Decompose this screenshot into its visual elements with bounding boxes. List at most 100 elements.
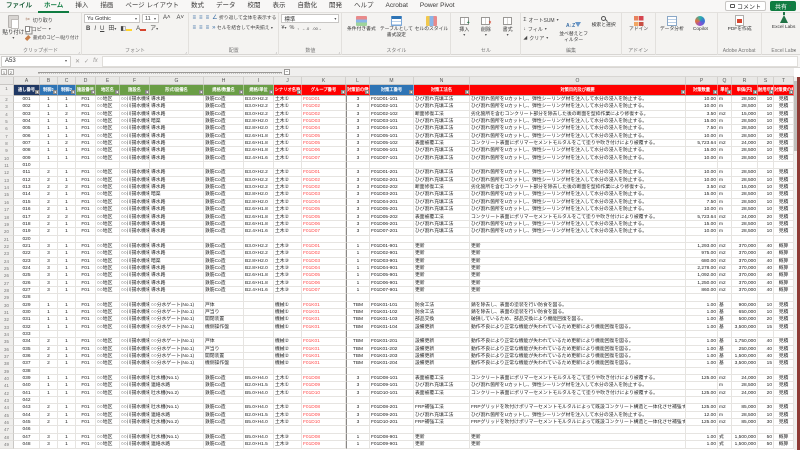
- cell[interactable]: 見積: [774, 382, 794, 389]
- cell[interactable]: ○○地区: [96, 155, 120, 162]
- cell[interactable]: 3: [346, 155, 370, 162]
- column-letter-T[interactable]: T: [774, 77, 794, 85]
- data-analysis-button[interactable]: データ分析: [658, 16, 687, 33]
- cell[interactable]: 1: [58, 125, 76, 132]
- cell[interactable]: 導水路: [150, 272, 204, 279]
- cell[interactable]: 土木①: [274, 375, 302, 382]
- cell[interactable]: 028: [14, 294, 40, 301]
- cell[interactable]: 001: [14, 96, 40, 103]
- cell[interactable]: 断面修復工法: [414, 111, 470, 118]
- cell[interactable]: F01: [76, 228, 96, 235]
- cell[interactable]: ○○川揚水機場: [120, 302, 150, 309]
- cell[interactable]: 3: [346, 118, 370, 125]
- cell[interactable]: 2,278.00: [686, 265, 718, 272]
- cell[interactable]: F01: [76, 184, 96, 191]
- cell[interactable]: 1: [58, 302, 76, 309]
- cell[interactable]: 370,000: [732, 280, 758, 287]
- filter-button[interactable]: ▾: [681, 90, 686, 95]
- cell[interactable]: ひび割れ充填工法: [414, 118, 470, 125]
- cell[interactable]: ○○川揚水機場: [120, 412, 150, 419]
- cell[interactable]: 10: [758, 155, 774, 162]
- cell[interactable]: ひび割れ充填工法: [414, 221, 470, 228]
- cell[interactable]: B5.0×H4.0: [244, 390, 274, 397]
- cell[interactable]: 1: [346, 258, 370, 265]
- cell[interactable]: F01: [76, 214, 96, 221]
- cell[interactable]: 導水路: [150, 199, 204, 206]
- cell[interactable]: 更新: [470, 280, 686, 287]
- cell[interactable]: 戸体: [204, 302, 244, 309]
- column-letter-P[interactable]: P: [686, 77, 718, 85]
- cell[interactable]: 暗渠: [150, 258, 204, 265]
- borders-button[interactable]: 田▾: [106, 25, 118, 34]
- cell[interactable]: 1: [58, 258, 76, 265]
- cell[interactable]: F01D05: [302, 272, 346, 279]
- bold-button[interactable]: B: [84, 25, 92, 34]
- cell[interactable]: 3: [346, 199, 370, 206]
- cell[interactable]: 設備更新: [414, 324, 470, 331]
- cell[interactable]: 鉄筋Co造: [204, 375, 244, 382]
- filter-button[interactable]: ▾: [365, 90, 370, 95]
- cell[interactable]: F01D05-201: [370, 206, 414, 213]
- orientation-icon[interactable]: ∠: [211, 14, 219, 23]
- cell[interactable]: 鉄筋Co造: [204, 111, 244, 118]
- cell[interactable]: 戸当り: [204, 346, 244, 353]
- cell[interactable]: 038: [14, 368, 40, 375]
- cell[interactable]: 1: [40, 375, 58, 382]
- cell[interactable]: [58, 294, 76, 301]
- cell[interactable]: 鉄筋Co造: [204, 243, 244, 250]
- conditional-formatting-button[interactable]: 条件付き書式: [344, 16, 378, 33]
- font-name-select[interactable]: Yu Gothic▾: [84, 14, 140, 23]
- cell[interactable]: 更新: [414, 250, 470, 257]
- comments-button[interactable]: コメント: [725, 1, 766, 11]
- cell[interactable]: [40, 368, 58, 375]
- cell[interactable]: 033: [14, 331, 40, 338]
- cell[interactable]: B5.0×H4.0: [244, 375, 274, 382]
- cell[interactable]: ○○分水ゲート(No.1): [150, 309, 204, 316]
- cell[interactable]: ○○地区: [96, 441, 120, 448]
- cell[interactable]: 連絡水路: [150, 441, 204, 448]
- row-header[interactable]: 6: [0, 125, 14, 132]
- cell[interactable]: 370,000: [732, 243, 758, 250]
- cell[interactable]: [96, 397, 120, 404]
- cell[interactable]: 008: [14, 147, 40, 154]
- column-letter-B[interactable]: B: [40, 77, 58, 85]
- copilot-button[interactable]: Copilot: [686, 16, 715, 33]
- cell[interactable]: 010: [14, 162, 40, 169]
- cell[interactable]: B2.8×H2.0: [244, 125, 274, 132]
- cell[interactable]: 30: [758, 419, 774, 426]
- cell[interactable]: 28,500: [732, 133, 758, 140]
- cell[interactable]: 2: [40, 353, 58, 360]
- cell[interactable]: [244, 302, 274, 309]
- cell[interactable]: ○○川揚水機場: [120, 147, 150, 154]
- cell[interactable]: F01: [76, 206, 96, 213]
- cell[interactable]: 3,500,000: [732, 360, 758, 367]
- cell[interactable]: F01D09-201: [370, 412, 414, 419]
- cell[interactable]: 見積: [774, 118, 794, 125]
- cell[interactable]: ○○地区: [96, 287, 120, 294]
- comma-button[interactable]: ,: [297, 25, 299, 31]
- cell[interactable]: ○○地区: [96, 353, 120, 360]
- column-letter-R[interactable]: R: [732, 77, 758, 85]
- filter-button[interactable]: ▾: [789, 90, 794, 95]
- cell[interactable]: B3.0×H2.2: [244, 169, 274, 176]
- cell[interactable]: 1: [58, 324, 76, 331]
- cell[interactable]: F01D01-201: [370, 169, 414, 176]
- cell[interactable]: 003: [14, 111, 40, 118]
- cell[interactable]: [732, 426, 758, 433]
- row-header[interactable]: 35: [0, 338, 14, 345]
- cell[interactable]: 10: [758, 118, 774, 125]
- cell[interactable]: 007: [14, 140, 40, 147]
- cell[interactable]: [244, 360, 274, 367]
- row-header[interactable]: 18: [0, 214, 14, 221]
- cell[interactable]: F01D04: [302, 125, 346, 132]
- cell[interactable]: F01D05: [302, 214, 346, 221]
- cell[interactable]: ○○川揚水機場: [120, 382, 150, 389]
- cell[interactable]: 1: [40, 140, 58, 147]
- cell[interactable]: 1: [40, 118, 58, 125]
- cell[interactable]: 2: [40, 338, 58, 345]
- cell[interactable]: 1: [346, 280, 370, 287]
- cell[interactable]: ○○地区: [96, 169, 120, 176]
- cell[interactable]: B2.0×H1.5: [244, 412, 274, 419]
- cell[interactable]: ○○川揚水機場: [120, 324, 150, 331]
- cell[interactable]: 28,500: [732, 147, 758, 154]
